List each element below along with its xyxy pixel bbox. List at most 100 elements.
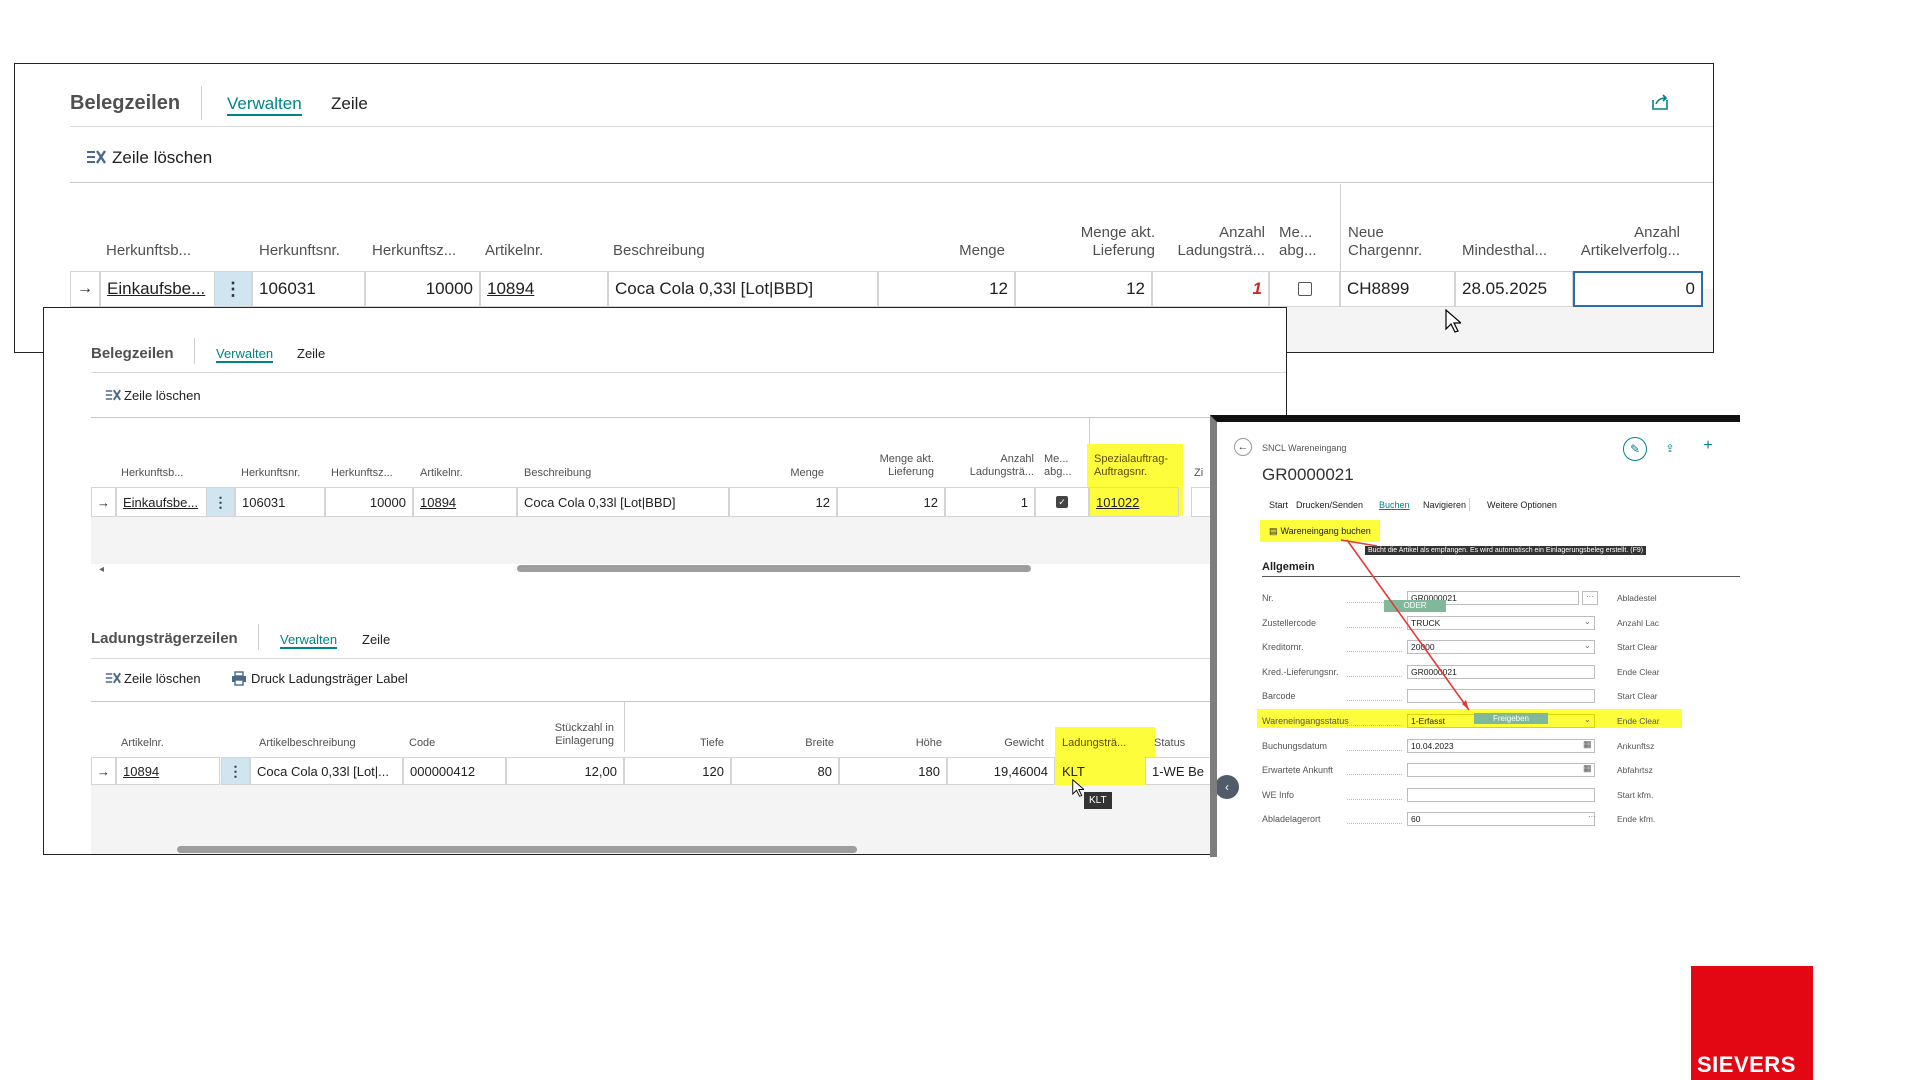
cell-me-abg[interactable]: ✓ bbox=[1035, 487, 1089, 517]
col-header-herkunftsz[interactable]: Herkunftsz... bbox=[331, 467, 393, 480]
tab-zeile[interactable]: Zeile bbox=[331, 94, 368, 114]
checkbox-checked[interactable]: ✓ bbox=[1056, 496, 1068, 508]
col-header-beschreibung[interactable]: Beschreibung bbox=[524, 467, 591, 480]
print-label-button[interactable]: Druck Ladungsträger Label bbox=[251, 671, 408, 686]
col-header-stueckzahl[interactable]: Stückzahl in Einlagerung bbox=[514, 722, 614, 748]
horizontal-scrollbar[interactable] bbox=[517, 565, 1031, 572]
cell-code[interactable]: 000000412 bbox=[403, 757, 506, 785]
cell-herkunftsb[interactable]: Einkaufsbe... bbox=[100, 271, 230, 307]
cell-ladungstraeger[interactable]: KLT bbox=[1055, 757, 1145, 785]
cell-mindesthaltbarkeit[interactable]: 28.05.2025 bbox=[1455, 271, 1573, 307]
col-header-tiefe[interactable]: Tiefe bbox=[664, 737, 724, 750]
col-header-code[interactable]: Code bbox=[409, 737, 435, 750]
tooltip-klt: KLT bbox=[1084, 792, 1112, 809]
cell-artikelnr[interactable]: 10894 bbox=[413, 487, 517, 517]
tab-zeile-lt[interactable]: Zeile bbox=[362, 632, 390, 647]
col-header-herkunftsz[interactable]: Herkunftsz... bbox=[372, 242, 456, 260]
delete-line-icon bbox=[104, 386, 122, 404]
cell-spezialauftrag[interactable]: 101022 bbox=[1089, 487, 1179, 517]
cell-gewicht[interactable]: 19,46004 bbox=[947, 757, 1055, 785]
belegzeilen-panel-small: Belegzeilen Verwalten Zeile Zeile lösche… bbox=[43, 307, 1287, 855]
col-header-breite[interactable]: Breite bbox=[774, 737, 834, 750]
cell-herkunftsb[interactable]: Einkaufsbe... bbox=[116, 487, 216, 517]
col-header-herkunftsnr[interactable]: Herkunftsnr. bbox=[259, 242, 340, 260]
cell-anzahl-lt[interactable]: 1 bbox=[1152, 271, 1269, 307]
col-header-artikelnr[interactable]: Artikelnr. bbox=[121, 737, 164, 750]
row-arrow-icon[interactable]: → bbox=[91, 757, 116, 785]
col-header-me-abg[interactable]: Me... abg... bbox=[1279, 224, 1317, 260]
section-title-ladungstraeger: Ladungsträgerzeilen bbox=[91, 630, 238, 647]
page-title: Belegzeilen bbox=[70, 92, 181, 114]
cell-menge-akt[interactable]: 12 bbox=[837, 487, 945, 517]
delete-line-icon bbox=[104, 669, 122, 687]
col-header-artikelnr[interactable]: Artikelnr. bbox=[485, 242, 543, 260]
row-arrow-icon[interactable]: → bbox=[91, 487, 116, 517]
horizontal-scrollbar[interactable] bbox=[177, 846, 857, 853]
brand-name: SIEVERS bbox=[1697, 1052, 1796, 1077]
col-header-menge-akt[interactable]: Menge akt. Lieferung bbox=[1045, 224, 1155, 260]
cell-herkunftsz[interactable]: 10000 bbox=[365, 271, 480, 307]
cell-beschreibung[interactable]: Coca Cola 0,33l [Lot|BBD] bbox=[517, 487, 729, 517]
col-header-artikelnr[interactable]: Artikelnr. bbox=[420, 467, 463, 480]
col-header-anzahl-lt[interactable]: Anzahl Ladungsträ... bbox=[944, 453, 1034, 479]
cell-herkunftsz[interactable]: 10000 bbox=[325, 487, 413, 517]
wareneingang-panel: ‹ ← SNCL Wareneingang ✎ ⇪ + GR0000021 St… bbox=[1210, 415, 1740, 857]
annotation-arrows bbox=[1340, 539, 1470, 711]
col-header-ladungstraeger[interactable]: Ladungsträ... bbox=[1062, 737, 1126, 750]
col-header-status[interactable]: Status bbox=[1154, 737, 1185, 750]
col-header-menge-akt[interactable]: Menge akt. Lieferung bbox=[844, 453, 934, 479]
scroll-left-icon[interactable]: ◂ bbox=[99, 564, 104, 575]
row-actions-button[interactable]: ⋮ bbox=[206, 487, 235, 517]
delete-line-icon bbox=[85, 146, 107, 168]
row-arrow-icon[interactable]: → bbox=[70, 271, 100, 307]
col-header-neue-charge[interactable]: Neue Chargennr. bbox=[1348, 224, 1422, 260]
sievers-logo: SIEVERS bbox=[1691, 966, 1813, 1080]
share-icon[interactable] bbox=[1648, 90, 1672, 114]
col-header-mindesthaltbarkeit[interactable]: Mindesthal... bbox=[1462, 242, 1547, 260]
cell-anzahl-artikelverfolgung[interactable]: 0 bbox=[1573, 271, 1703, 307]
cell-me-abg[interactable] bbox=[1269, 271, 1340, 307]
tab-verwalten[interactable]: Verwalten bbox=[216, 346, 274, 363]
row-actions-button[interactable]: ⋮ bbox=[214, 271, 252, 307]
col-header-anzahl-artikelverfolgung[interactable]: Anzahl Artikelverfolg... bbox=[1570, 224, 1680, 260]
cell-menge-akt[interactable]: 12 bbox=[1015, 271, 1152, 307]
col-header-menge[interactable]: Menge bbox=[764, 467, 824, 480]
col-header-beschreibung[interactable]: Beschreibung bbox=[613, 242, 705, 260]
cell-breite[interactable]: 80 bbox=[731, 757, 839, 785]
col-header-zi[interactable]: Zi bbox=[1194, 467, 1203, 480]
col-header-hoehe[interactable]: Höhe bbox=[882, 737, 942, 750]
cell-neue-charge[interactable]: CH8899 bbox=[1340, 271, 1455, 307]
cell-artikelnr[interactable]: 10894 bbox=[116, 757, 220, 785]
tab-zeile[interactable]: Zeile bbox=[297, 346, 325, 361]
cell-anzahl-lt[interactable]: 1 bbox=[945, 487, 1035, 517]
col-header-me-abg[interactable]: Me... abg... bbox=[1044, 453, 1072, 479]
mouse-cursor-icon bbox=[1443, 308, 1463, 334]
col-header-herkunftsb[interactable]: Herkunftsb... bbox=[106, 242, 191, 260]
cell-artikelnr[interactable]: 10894 bbox=[480, 271, 608, 307]
delete-line-button[interactable]: Zeile löschen bbox=[124, 671, 201, 686]
col-header-anzahl-lt[interactable]: Anzahl Ladungsträ... bbox=[1155, 224, 1265, 260]
row-actions-button[interactable]: ⋮ bbox=[221, 757, 250, 785]
cell-beschreibung[interactable]: Coca Cola 0,33l [Lot|BBD] bbox=[608, 271, 878, 307]
printer-icon bbox=[230, 669, 248, 687]
col-header-gewicht[interactable]: Gewicht bbox=[984, 737, 1044, 750]
cell-herkunftsnr[interactable]: 106031 bbox=[252, 271, 365, 307]
col-header-herkunftsnr[interactable]: Herkunftsnr. bbox=[241, 467, 300, 480]
checkbox[interactable] bbox=[1297, 282, 1312, 296]
col-header-artikelbeschreibung[interactable]: Artikelbeschreibung bbox=[259, 737, 356, 750]
cell-menge[interactable]: 12 bbox=[729, 487, 837, 517]
tab-verwalten-lt[interactable]: Verwalten bbox=[280, 632, 338, 649]
cell-hoehe[interactable]: 180 bbox=[839, 757, 947, 785]
delete-line-button[interactable]: Zeile löschen bbox=[124, 388, 201, 403]
cell-stueckzahl[interactable]: 12,00 bbox=[506, 757, 624, 785]
cell-menge[interactable]: 12 bbox=[878, 271, 1015, 307]
delete-line-button[interactable]: Zeile löschen bbox=[112, 148, 212, 168]
cell-tiefe[interactable]: 120 bbox=[624, 757, 731, 785]
col-header-menge[interactable]: Menge bbox=[935, 242, 1005, 260]
page-title: Belegzeilen bbox=[91, 345, 174, 362]
col-header-herkunftsb[interactable]: Herkunftsb... bbox=[121, 467, 183, 480]
cell-herkunftsnr[interactable]: 106031 bbox=[235, 487, 325, 517]
col-header-spezialauftrag[interactable]: Spezialauftrag- Auftragsnr. bbox=[1094, 453, 1168, 479]
cell-artikelbeschreibung[interactable]: Coca Cola 0,33l [Lot|... bbox=[250, 757, 403, 785]
tab-verwalten[interactable]: Verwalten bbox=[227, 94, 302, 116]
